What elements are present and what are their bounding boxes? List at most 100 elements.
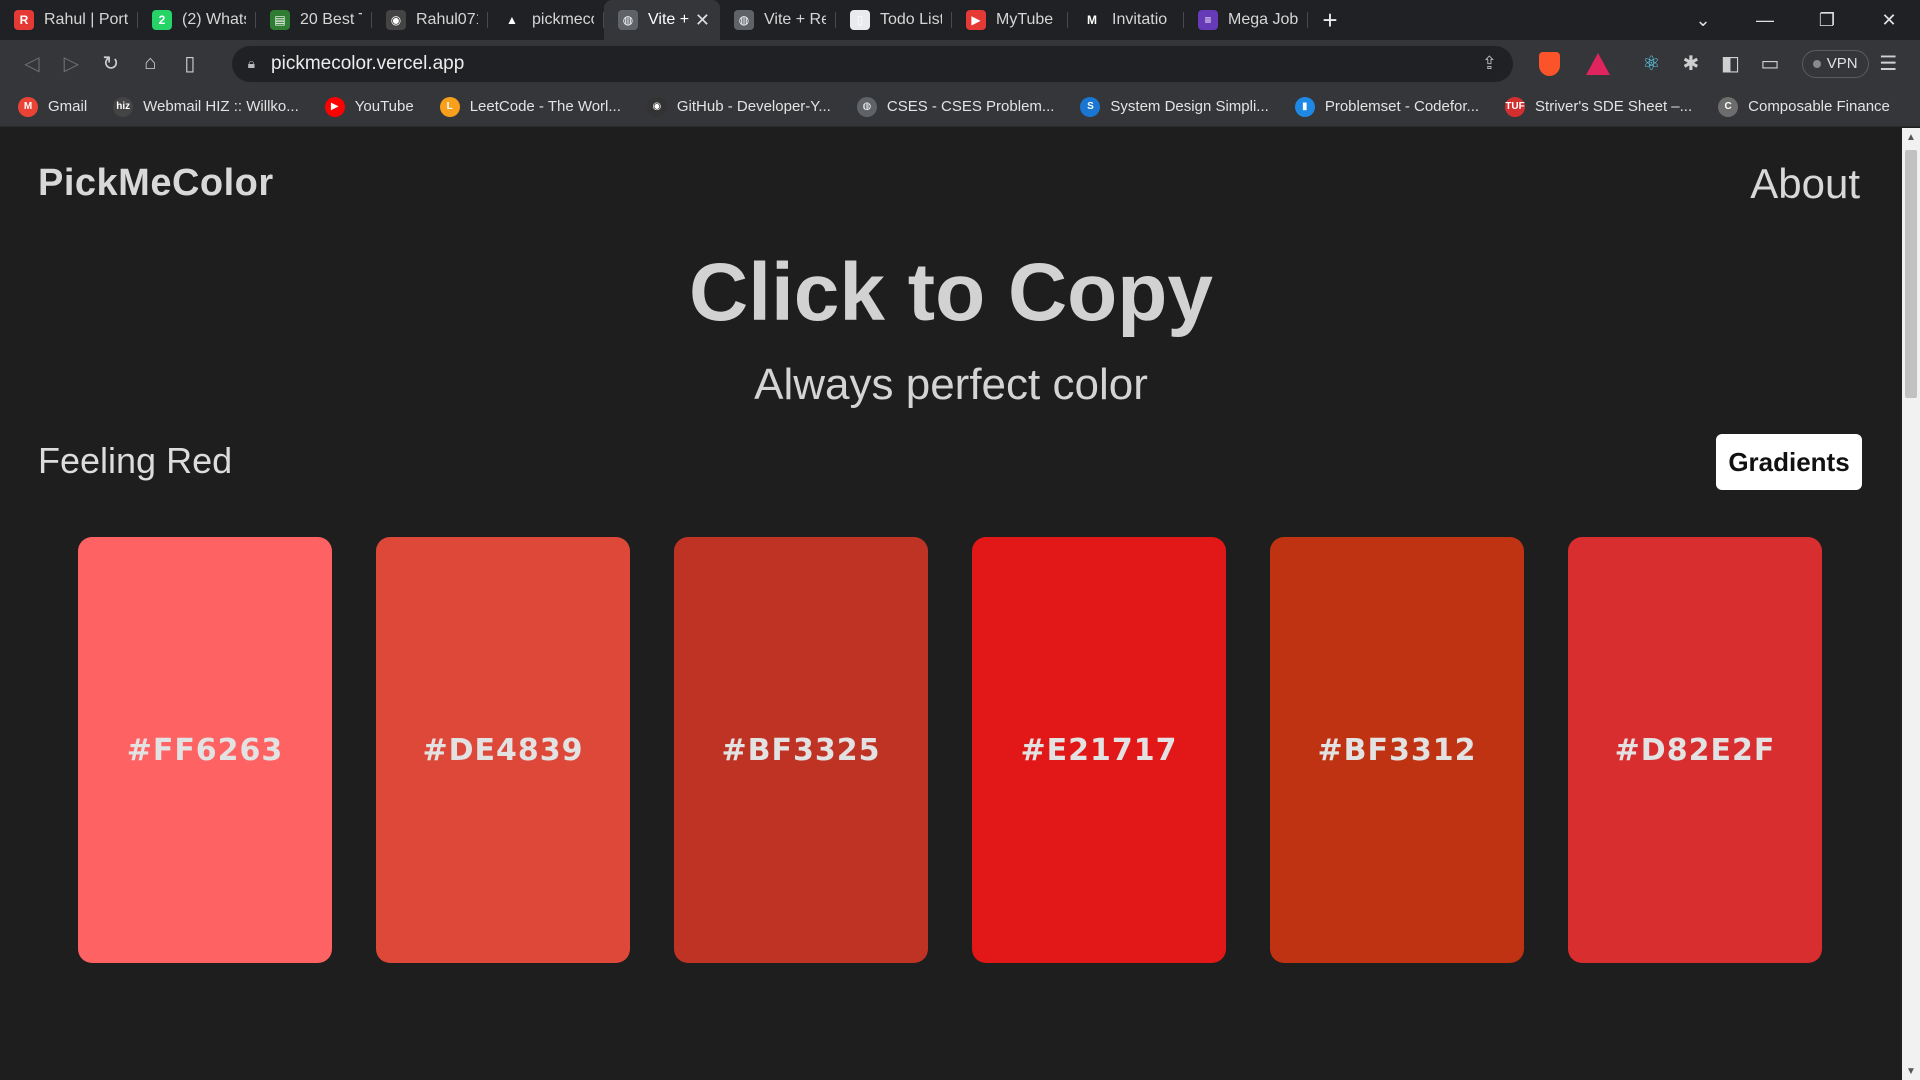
bookmark-label: Composable Finance [1748,98,1890,115]
page-icon: ▤ [270,10,290,30]
vpn-button[interactable]: VPN [1801,49,1869,78]
github-icon: ◉ [646,96,667,117]
bookmark-label: CSES - CSES Problem... [886,98,1055,115]
vpn-label: VPN [1826,55,1858,72]
bookmark-label: Problemset - Codefor... [1324,98,1480,115]
codeforces-icon: ▮ [1294,96,1315,117]
tab-title: MyTube [996,11,1054,28]
minimize-button[interactable]: — [1734,0,1796,40]
bookmark-label: YouTube [354,98,414,115]
bookmark-label: GitHub - Developer-Y... [676,98,831,115]
close-tab-icon[interactable]: ✕ [695,10,710,31]
browser-tab[interactable]: ◍ Vite + React [720,0,836,40]
bookmark-item[interactable]: L LeetCode - The Worl... [439,96,621,117]
page-viewport: PickMeColor About Click to Copy Always p… [0,128,1902,1080]
globe-icon: ◍ [618,10,638,30]
browser-tab[interactable]: ▤ 20 Best Toggle [256,0,372,40]
document-icon: ▯ [850,10,870,30]
gmail-icon: M [1082,10,1102,30]
browser-tab[interactable]: M Invitatio [1068,0,1184,40]
window-controls: ⌄ — ❐ ✕ [1672,0,1920,40]
palette-mood-label: Feeling Red [38,440,233,481]
composable-icon: C [1718,96,1739,117]
bookmark-page-icon[interactable]: ▯ [170,46,210,82]
sidebar-toggle-icon[interactable]: ◧ [1711,46,1751,82]
tab-title: pickmecolor - [532,11,594,28]
browser-tab[interactable]: ▶ MyTube [952,0,1068,40]
color-hex-code: #DE4839 [422,732,584,768]
share-icon[interactable]: ⇪ [1482,53,1497,74]
reload-button[interactable]: ↻ [91,46,131,82]
brave-shields-icon[interactable] [1538,51,1560,76]
page-scrollbar[interactable]: ▲ ▼ [1902,128,1920,1080]
bookmark-item[interactable]: M Gmail [18,96,87,117]
tab-title: Invitatio [1112,11,1168,28]
tab-strip: R Rahul | Portfolio 2 (2) WhatsApp ▤ 20 Best … [0,0,1920,40]
system-design-icon: S [1080,96,1101,117]
bookmark-label: Striver's SDE Sheet –... [1535,98,1693,115]
bookmark-item[interactable]: ◍ CSES - CSES Problem... [856,96,1055,117]
browser-tab[interactable]: R Rahul | Portfolio [0,0,138,40]
globe-icon: ◍ [856,96,877,117]
brand-logo[interactable]: PickMeColor [38,162,274,205]
wallet-icon[interactable]: ▭ [1750,46,1790,82]
color-swatch-card[interactable]: #DE4839 [376,537,630,963]
bookmark-item[interactable]: ▶ YouTube [324,96,414,117]
react-devtools-icon[interactable]: ⚛ [1632,46,1672,82]
globe-icon: ◍ [734,10,754,30]
youtube-icon: ▶ [324,96,345,117]
bookmark-item[interactable]: ▮ Problemset - Codefor... [1294,96,1480,117]
browser-toolbar: ◁ ▷ ↻ ⌂ ▯ 🔒︎ pickmecolor.vercel.app ⇪ ⚛ … [0,40,1920,87]
menu-hamburger-icon[interactable]: ☰ [1869,46,1909,82]
scroll-down-arrow-icon[interactable]: ▼ [1902,1062,1920,1080]
browser-tab[interactable]: ◍ Vite + Rea ✕ [604,0,720,40]
bookmark-item[interactable]: TUF Striver's SDE Sheet –... [1505,96,1693,117]
bookmark-item[interactable]: ◉ GitHub - Developer-Y... [646,96,831,117]
bookmark-label: LeetCode - The Worl... [469,98,621,115]
tab-list: R Rahul | Portfolio 2 (2) WhatsApp ▤ 20 Best … [0,0,1308,40]
color-swatch-card[interactable]: #E21717 [972,537,1226,963]
browser-tab[interactable]: ▲ pickmecolor - [488,0,604,40]
tuf-icon: TUF [1505,96,1526,117]
gmail-icon: M [18,96,38,117]
bookmark-item[interactable]: C Composable Finance [1718,96,1890,117]
back-button[interactable]: ◁ [12,46,52,82]
browser-tab[interactable]: ◉ Rahul0714/no [372,0,488,40]
restore-button[interactable]: ❐ [1796,0,1858,40]
gradients-button[interactable]: Gradients [1716,434,1862,490]
hero-title: Click to Copy [689,247,1213,338]
bookmarks-bar: M Gmail hiz Webmail HIZ :: Willko... ▶ YouTub… [0,87,1920,127]
nav-about-link[interactable]: About [1750,160,1860,208]
color-hex-code: #BF3312 [1317,732,1477,768]
bookmark-item[interactable]: S System Design Simpli... [1080,96,1269,117]
extensions-puzzle-icon[interactable]: ✱ [1671,46,1711,82]
color-swatch-card[interactable]: #BF3312 [1270,537,1524,963]
home-button[interactable]: ⌂ [131,46,171,82]
close-window-button[interactable]: ✕ [1858,0,1920,40]
url-text[interactable]: pickmecolor.vercel.app [271,53,1472,75]
browser-tab[interactable]: ≡ Mega Job Fair [1184,0,1308,40]
bookmark-label: Webmail HIZ :: Willko... [143,98,299,115]
vpn-status-dot [1812,59,1821,68]
browser-tab[interactable]: ▯ Todo List [836,0,952,40]
tab-search-chevron-icon[interactable]: ⌄ [1672,0,1734,40]
color-swatch-card[interactable]: #BF3325 [674,537,928,963]
tab-title: Rahul0714/no [416,11,478,28]
color-swatch-card[interactable]: #FF6263 [78,537,332,963]
address-bar[interactable]: 🔒︎ pickmecolor.vercel.app ⇪ [231,45,1513,82]
forward-button[interactable]: ▷ [52,46,92,82]
color-hex-code: #BF3325 [721,732,881,768]
color-swatch-card[interactable]: #D82E2F [1568,537,1822,963]
tab-title: Vite + Rea [648,11,689,28]
tab-title: 20 Best Toggle [300,11,362,28]
bookmark-item[interactable]: hiz Webmail HIZ :: Willko... [113,96,299,117]
youtube-icon: ▶ [966,10,986,30]
color-swatch-grid: #FF6263 #DE4839 #BF3325 #E21717 #BF3312 #D82E… [78,537,1822,963]
brave-rewards-icon[interactable] [1585,52,1610,75]
new-tab-button[interactable]: + [1308,0,1352,40]
scrollbar-thumb[interactable] [1905,150,1917,398]
tab-title: (2) WhatsApp [182,11,246,28]
scroll-up-arrow-icon[interactable]: ▲ [1902,128,1920,146]
forms-icon: ≡ [1198,10,1218,30]
browser-tab[interactable]: 2 (2) WhatsApp [138,0,256,40]
